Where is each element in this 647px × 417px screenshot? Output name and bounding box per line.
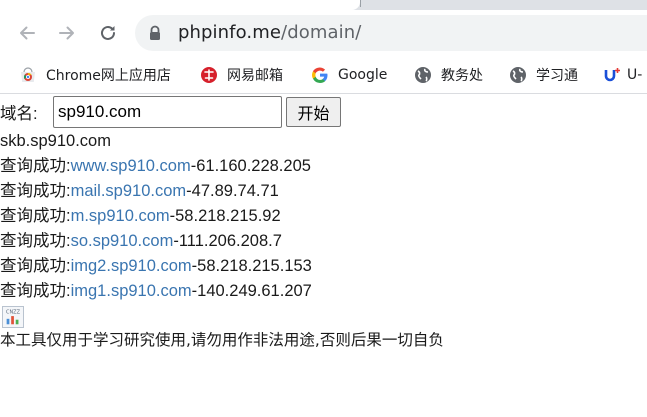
bookmark-label: Google (338, 67, 388, 83)
result-prefix: 查询成功: (0, 182, 71, 200)
domain-form: 域名: 开始 (0, 96, 647, 129)
bookmark-label: U- (627, 67, 643, 83)
cnzz-label: CNZZ (6, 309, 21, 315)
forward-button[interactable] (54, 20, 80, 46)
result-prefix: 查询成功: (0, 282, 71, 300)
page-content: 域名: 开始 skb.sp910.com 查询成功:www.sp910.com-… (0, 96, 647, 353)
back-button[interactable] (14, 20, 40, 46)
bookmark-netease-mail[interactable]: 网易邮箱 (200, 64, 283, 86)
u-plus-icon (603, 66, 621, 84)
result-row: 查询成功:m.sp910.com-58.218.215.92 (0, 204, 647, 229)
bookmark-xuexitong[interactable]: 学习通 (509, 64, 578, 86)
result-domain-link[interactable]: img2.sp910.com (71, 257, 192, 275)
reload-icon (101, 25, 115, 40)
result-row: 查询成功:www.sp910.com-61.160.228.205 (0, 154, 647, 179)
chrome-webstore-icon (19, 66, 37, 84)
bookmark-google[interactable]: Google (311, 64, 387, 86)
result-ip: -111.206.208.7 (173, 232, 282, 250)
result-ip: -140.249.61.207 (191, 282, 312, 300)
disclaimer-text: 本工具仅用于学习研究使用,请勿用作非法用途,否则后果一切自负 (0, 331, 444, 349)
bookmark-label: 教务处 (441, 68, 483, 84)
result-prefix: 查询成功: (0, 207, 71, 225)
cnzz-stat-badge[interactable]: CNZZ (0, 304, 647, 328)
netease-mail-icon (200, 66, 218, 84)
back-arrow-icon (20, 26, 35, 40)
globe-icon (509, 66, 527, 84)
lock-icon (150, 25, 160, 40)
url-text: phpinfo.me/domain/ (178, 22, 361, 43)
reload-button[interactable] (95, 20, 121, 46)
browser-toolbar: phpinfo.me/domain/ (0, 10, 647, 56)
globe-icon (414, 66, 432, 84)
bookmark-label: 网易邮箱 (227, 68, 283, 84)
result-prefix: 查询成功: (0, 232, 71, 250)
tab-separator (360, 0, 361, 7)
bookmark-label: Chrome网上应用店 (46, 68, 171, 84)
url-path: /domain/ (281, 22, 362, 43)
result-row: 查询成功:mail.sp910.com-47.89.74.71 (0, 179, 647, 204)
result-row: 查询成功:img1.sp910.com-140.249.61.207 (0, 279, 647, 304)
google-icon (311, 66, 329, 84)
result-domain-link[interactable]: www.sp910.com (71, 157, 191, 175)
forward-arrow-icon (59, 26, 74, 40)
result-domain-link[interactable]: m.sp910.com (71, 207, 170, 225)
cnzz-stat-icon: CNZZ (2, 306, 24, 328)
result-ip: -58.218.215.153 (191, 257, 312, 275)
domain-input[interactable] (53, 96, 282, 128)
bookmark-u-plus[interactable]: U- (603, 64, 642, 86)
result-ip: -61.160.228.205 (190, 157, 311, 175)
bookmark-label: 学习通 (536, 68, 578, 84)
result-row: 查询成功:so.sp910.com-111.206.208.7 (0, 229, 647, 254)
result-domain-link[interactable]: so.sp910.com (71, 232, 174, 250)
address-bar[interactable]: phpinfo.me/domain/ (135, 15, 647, 51)
result-domain-link[interactable]: mail.sp910.com (71, 182, 187, 200)
result-prefix: 查询成功: (0, 157, 71, 175)
result-ip: -47.89.74.71 (186, 182, 279, 200)
start-button[interactable]: 开始 (286, 97, 341, 127)
status-line: skb.sp910.com (0, 132, 111, 150)
result-domain-link[interactable]: img1.sp910.com (71, 282, 192, 300)
result-row: 查询成功:img2.sp910.com-58.218.215.153 (0, 254, 647, 279)
bookmark-jiaowuchu[interactable]: 教务处 (414, 64, 483, 86)
active-tab-edge[interactable] (0, 0, 360, 10)
bookmarks-bar: Chrome网上应用店 网易邮箱 Google 教务处 学习通 U- (0, 56, 647, 94)
domain-label: 域名: (0, 105, 38, 123)
result-prefix: 查询成功: (0, 257, 71, 275)
tab-strip (0, 0, 647, 10)
bookmark-chrome-webstore[interactable]: Chrome网上应用店 (19, 64, 171, 86)
result-ip: -58.218.215.92 (169, 207, 281, 225)
url-host: phpinfo.me (178, 22, 282, 43)
